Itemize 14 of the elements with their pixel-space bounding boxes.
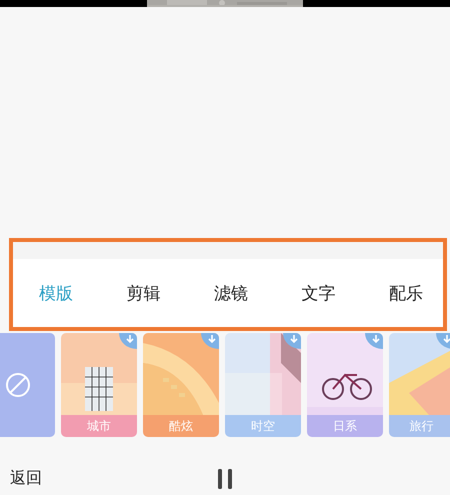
tab[interactable]: 滤镜 [212,278,250,308]
template-label[interactable]: 旅行 [389,415,450,437]
tab[interactable]: 模版 [37,278,75,308]
no-template-tile[interactable] [0,333,55,437]
pause-icon[interactable] [217,469,233,489]
tab[interactable]: 配乐 [387,278,425,308]
tab[interactable]: 文字 [300,278,338,308]
template-label[interactable]: 日系 [307,415,383,437]
none-icon [4,372,30,398]
back-button[interactable]: 返回 [10,466,42,491]
template-label[interactable]: 城市 [61,415,137,437]
tab[interactable]: 剪辑 [124,278,162,308]
template-label[interactable]: 时空 [225,415,301,437]
template-label[interactable]: 酷炫 [143,415,219,437]
